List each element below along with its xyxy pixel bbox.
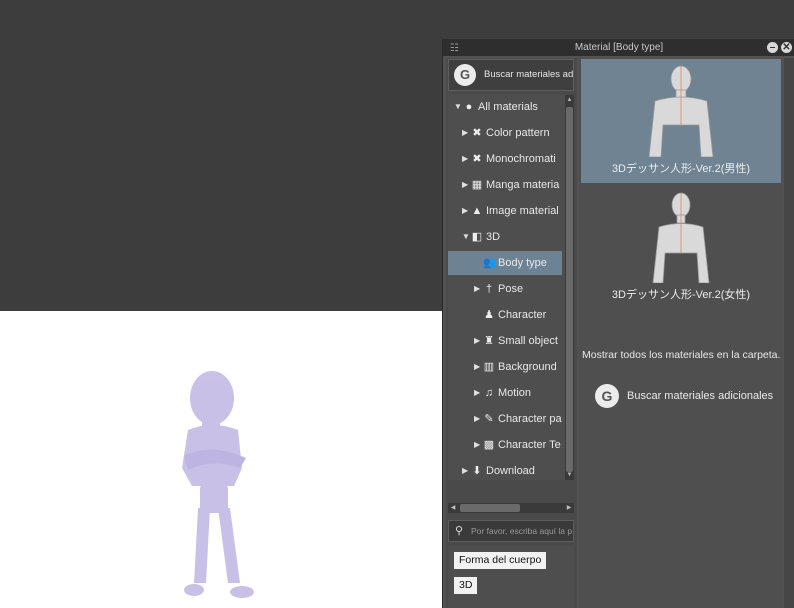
scroll-left-icon[interactable]: ◀: [448, 503, 458, 513]
expand-arrow-icon[interactable]: ▶: [462, 147, 468, 171]
folder-icon: ▩: [483, 439, 495, 451]
search-more-label: Buscar materiales adicio: [484, 69, 574, 80]
tree-item[interactable]: ▶ ▩ Character Te: [448, 433, 562, 457]
clip-studio-logo-icon: G: [454, 64, 476, 86]
tree-item[interactable]: ▶ ▲ Image material: [448, 199, 562, 223]
folder-icon: ▲: [471, 205, 483, 217]
material-list-scrollbar[interactable]: [784, 58, 794, 608]
tree-vertical-scrollbar[interactable]: ▲ ▼: [565, 95, 574, 480]
tag-chip[interactable]: Forma del cuerpo: [454, 552, 547, 569]
search-more-materials-button[interactable]: G Buscar materiales adicio: [448, 59, 574, 91]
tree-item-label: Download: [486, 465, 535, 477]
material-tree: ▼ ● All materials ▶ ✖ Color pattern ▶ ✖ Monochro…: [448, 95, 574, 480]
tree-item[interactable]: ♟ Character: [448, 303, 562, 327]
tree-item[interactable]: ▶ ▦ Manga materia: [448, 173, 562, 197]
tree-item-label: All materials: [478, 101, 538, 113]
search-additional-materials-button[interactable]: G Buscar materiales adicionales: [595, 383, 780, 409]
scroll-down-icon[interactable]: ▼: [565, 470, 574, 480]
material-list: 3Dデッサン人形-Ver.2(男性) 3Dデッサン人形-Ver.2(女性) Mo…: [579, 58, 782, 608]
folder-icon: ✖: [472, 127, 482, 139]
male-mannequin-thumbnail: [648, 65, 714, 157]
tree-item-label: Small object: [498, 335, 558, 347]
material-item[interactable]: 3Dデッサン人形-Ver.2(女性): [581, 185, 781, 309]
close-icon[interactable]: ✕: [781, 42, 792, 53]
folder-icon: ♜: [484, 335, 494, 347]
scroll-right-icon[interactable]: ▶: [564, 503, 574, 513]
tag-chip[interactable]: 3D: [454, 577, 478, 594]
tree-item[interactable]: 👥 Body type: [448, 251, 562, 275]
tree-item-label: Monochromati: [486, 153, 556, 165]
tree-item-label: 3D: [486, 231, 501, 243]
show-all-link[interactable]: Mostrar todos los materiales en la carpe…: [582, 349, 780, 361]
tree-item-label: Motion: [498, 387, 532, 399]
folder-icon: ⬇: [472, 465, 482, 477]
tree-item-label: Manga materia: [486, 179, 560, 191]
folder-icon: ◧: [471, 231, 483, 243]
search-additional-label: Buscar materiales adicionales: [627, 390, 774, 402]
collapse-arrow-icon[interactable]: ▼: [462, 225, 470, 249]
folder-icon: ✖: [472, 153, 482, 165]
panel-titlebar[interactable]: ☷ Material [Body type] – ✕: [443, 39, 794, 56]
hscroll-thumb[interactable]: [460, 504, 520, 512]
folder-icon: ▥: [483, 361, 495, 373]
material-tree-column: G Buscar materiales adicio ▼●All materia…: [446, 58, 577, 608]
tree-horizontal-scrollbar[interactable]: ◀ ▶: [448, 503, 574, 513]
expand-arrow-icon[interactable]: ▶: [462, 121, 468, 145]
folder-icon: ▦: [471, 179, 483, 191]
folder-icon: ✎: [484, 413, 494, 425]
minimize-icon[interactable]: –: [767, 42, 778, 53]
material-panel: ☷ Material [Body type] – ✕ G Buscar mate…: [442, 39, 794, 608]
tree-item-label: Image material: [486, 205, 559, 217]
scroll-up-icon[interactable]: ▲: [565, 95, 574, 105]
tag-search-field[interactable]: ⚲ Por favor, escriba aquí la p: [448, 520, 574, 542]
folder-icon: 👥: [483, 257, 497, 269]
tree-item-label: Background: [498, 361, 557, 373]
search-icon: ⚲: [455, 525, 464, 537]
female-mannequin-thumbnail: [652, 192, 710, 283]
3d-figure-preview[interactable]: [170, 368, 265, 603]
expand-arrow-icon[interactable]: ▶: [462, 199, 468, 223]
tree-item[interactable]: ▶ ♜ Small object: [448, 329, 562, 353]
material-label: 3Dデッサン人形-Ver.2(女性): [611, 289, 751, 301]
tree-item-label: Character Te: [498, 439, 561, 451]
folder-icon: †: [485, 283, 493, 295]
tree-item[interactable]: ▶ ▥ Background: [448, 355, 562, 379]
expand-arrow-icon[interactable]: ▶: [474, 381, 480, 405]
tree-item[interactable]: ▶ ✎ Character pa: [448, 407, 562, 431]
tree-item-label: Body type: [498, 257, 547, 269]
tree-item-label: Character: [498, 309, 547, 321]
folder-icon: ♫: [484, 387, 494, 399]
expand-arrow-icon[interactable]: ▶: [462, 173, 468, 197]
folder-icon: ●: [465, 101, 473, 113]
tag-list: Forma del cuerpo 3D: [448, 546, 574, 608]
expand-arrow-icon[interactable]: ▶: [474, 407, 480, 431]
tree-item-label: Character pa: [498, 413, 562, 425]
tree-item[interactable]: ▼ ◧ 3D: [448, 225, 562, 249]
collapse-arrow-icon[interactable]: ▼: [454, 95, 462, 119]
panel-title: Material [Body type]: [574, 42, 664, 53]
tree-item-label: Color pattern: [486, 127, 550, 139]
tree-item-label: Pose: [498, 283, 524, 295]
scroll-thumb[interactable]: [566, 107, 573, 472]
folder-icon: ♟: [484, 309, 494, 321]
tree-item[interactable]: ▼ ● All materials: [448, 95, 562, 119]
expand-arrow-icon[interactable]: ▶: [474, 355, 480, 379]
expand-arrow-icon[interactable]: ▶: [474, 277, 480, 301]
material-label: 3Dデッサン人形-Ver.2(男性): [611, 163, 751, 175]
tree-item[interactable]: ▶ ✖ Color pattern: [448, 121, 562, 145]
tag-search-placeholder: Por favor, escriba aquí la p: [471, 526, 573, 536]
tree-item[interactable]: ▶ ✖ Monochromati: [448, 147, 562, 171]
expand-arrow-icon[interactable]: ▶: [474, 433, 480, 457]
tree-item[interactable]: ▶ ♫ Motion: [448, 381, 562, 405]
expand-arrow-icon[interactable]: ▶: [462, 459, 468, 480]
tree-item[interactable]: ▶ † Pose: [448, 277, 562, 301]
expand-arrow-icon[interactable]: ▶: [474, 329, 480, 353]
material-item[interactable]: 3Dデッサン人形-Ver.2(男性): [581, 59, 781, 183]
clip-studio-logo-icon: G: [595, 384, 619, 408]
tree-item[interactable]: ▶ ⬇ Download: [448, 459, 562, 480]
